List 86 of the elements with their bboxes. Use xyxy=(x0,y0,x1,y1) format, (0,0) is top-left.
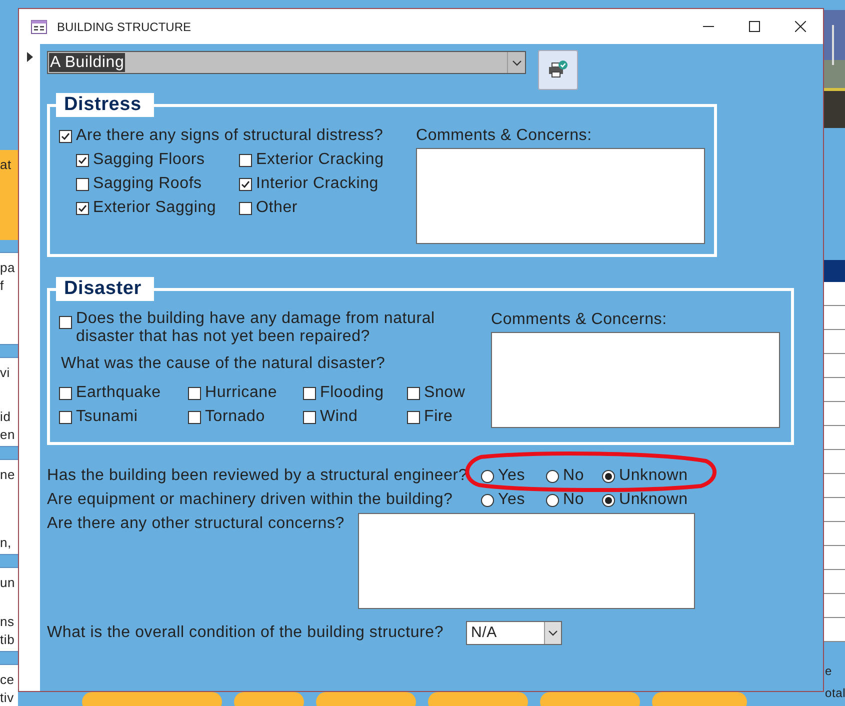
record-selector-icon xyxy=(26,52,32,62)
question-text: Has the building been reviewed by a structural engineer? xyxy=(47,466,469,486)
checkbox-label: Exterior Sagging xyxy=(93,198,216,218)
checkbox-label: Flooding xyxy=(320,383,384,403)
checkbox[interactable] xyxy=(59,386,72,400)
checkbox[interactable] xyxy=(76,178,89,190)
background-text: tib xyxy=(0,631,15,649)
print-button[interactable] xyxy=(538,50,578,90)
checkbox[interactable] xyxy=(303,410,316,424)
checkbox-label: Earthquake xyxy=(76,383,161,403)
checkbox-label: Interior Cracking xyxy=(256,174,378,194)
checkbox[interactable] xyxy=(239,178,252,190)
checkbox[interactable] xyxy=(239,154,252,166)
checkbox-label: Fire xyxy=(424,407,453,427)
checkbox-label: Sagging Roofs xyxy=(93,174,202,194)
radio-button[interactable] xyxy=(602,470,615,482)
background-text: at xyxy=(0,156,12,174)
group-legend: Disaster xyxy=(56,277,154,301)
checkbox[interactable] xyxy=(239,202,252,214)
background-text: un xyxy=(0,574,16,592)
background-text: ne xyxy=(0,466,16,484)
chevron-down-icon xyxy=(512,60,522,66)
building-dropdown[interactable]: A Building xyxy=(47,51,526,74)
background-text: ce xyxy=(0,671,14,689)
group-legend: Distress xyxy=(56,93,154,117)
checkbox-label: Wind xyxy=(320,407,358,427)
background-text: en xyxy=(0,426,16,444)
radio-button[interactable] xyxy=(602,494,615,506)
concerns-field[interactable] xyxy=(358,513,695,609)
checkbox-label: Other xyxy=(256,198,298,218)
radio-label: Yes xyxy=(498,466,526,486)
chevron-down-icon xyxy=(548,630,558,636)
background-text: tiv xyxy=(0,689,14,706)
background-text: vi xyxy=(0,364,10,382)
radio-label: Unknown xyxy=(619,490,688,510)
radio-label: Unknown xyxy=(619,466,688,486)
form-icon xyxy=(31,20,47,34)
checkbox-label: Hurricane xyxy=(205,383,278,403)
background-text: id xyxy=(0,408,11,426)
minimize-icon xyxy=(702,26,714,27)
printer-icon xyxy=(547,60,569,80)
checkbox[interactable] xyxy=(303,386,316,400)
question-text: Are there any other structural concerns? xyxy=(47,514,346,534)
checkbox[interactable] xyxy=(59,410,72,424)
checkbox-label: Sagging Floors xyxy=(93,150,205,170)
comments-label: Comments & Concerns: xyxy=(491,310,668,330)
dropdown-value: A Building xyxy=(49,53,126,72)
window-title: BUILDING STRUCTURE xyxy=(57,18,192,36)
radio-label: Yes xyxy=(498,490,526,510)
checkbox[interactable] xyxy=(59,130,72,142)
checkbox[interactable] xyxy=(76,154,89,166)
checkbox-label: Exterior Cracking xyxy=(256,150,384,170)
question-text: What was the cause of the natural disaster? xyxy=(60,354,386,374)
background-text: e xyxy=(825,663,832,680)
checkbox[interactable] xyxy=(59,316,72,329)
checkbox[interactable] xyxy=(407,386,420,400)
close-icon xyxy=(794,21,806,32)
question-text: What is the overall condition of the building structure? xyxy=(47,623,445,643)
checkbox[interactable] xyxy=(188,410,201,424)
radio-label: No xyxy=(563,490,584,510)
checkbox[interactable] xyxy=(188,386,201,400)
background-text: ns xyxy=(0,613,14,631)
question-text: Are equipment or machinery driven within the building? xyxy=(47,490,454,510)
maximize-icon xyxy=(748,21,760,32)
background-text: pa xyxy=(0,259,16,277)
radio-label: No xyxy=(563,466,584,486)
checkbox-label: Tornado xyxy=(205,407,265,427)
question-text: Does the building have any damage from natural disaster that has not yet been repaired? xyxy=(76,309,436,346)
radio-button[interactable] xyxy=(546,470,559,482)
background-text: n, xyxy=(0,534,12,552)
dropdown-value: N/A xyxy=(470,622,497,643)
radio-button[interactable] xyxy=(481,494,494,506)
comments-label: Comments & Concerns: xyxy=(416,126,593,146)
comments-field[interactable] xyxy=(416,148,705,244)
checkbox[interactable] xyxy=(76,202,89,214)
table-header xyxy=(824,260,845,282)
checkbox-label: Are there any signs of structural distress? xyxy=(76,126,384,146)
radio-button[interactable] xyxy=(481,470,494,482)
background-text: f xyxy=(0,277,4,295)
condition-dropdown[interactable]: N/A xyxy=(466,621,562,645)
checkbox-label: Snow xyxy=(424,383,466,403)
background-text: otal xyxy=(825,685,845,702)
radio-button[interactable] xyxy=(546,494,559,506)
comments-field[interactable] xyxy=(491,332,780,428)
checkbox[interactable] xyxy=(407,410,420,424)
checkbox-label: Tsunami xyxy=(76,407,138,427)
